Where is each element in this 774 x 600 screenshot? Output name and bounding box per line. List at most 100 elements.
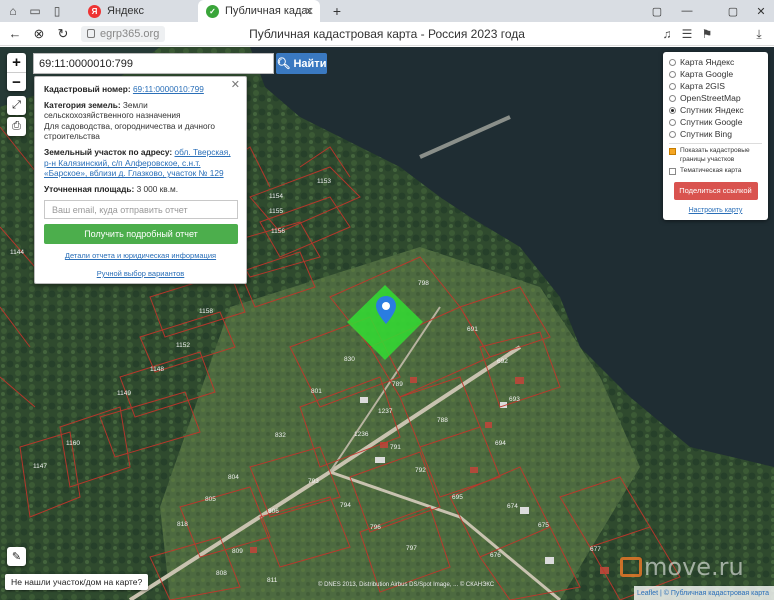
browser-tab-bar: ⌂ ▭ ▯ Я Яндекс ✓ Публичная кадастрова ✕ … [0,0,774,22]
layer-label: Карта Google [680,69,734,79]
url-field[interactable]: egrp365.org [81,25,166,42]
folder-icon[interactable]: ▭ [26,2,44,20]
parcel-label-1152: 1152 [176,342,190,349]
radio-icon [669,70,676,78]
watermark: move.ru [620,553,744,581]
address-label: Земельный участок по адресу: [44,146,173,157]
parcel-label-794: 794 [340,502,351,509]
maximize-icon[interactable]: ▢ [720,0,746,22]
parcel-label-1237: 1237 [378,408,393,415]
url-text: egrp365.org [100,27,160,40]
parcel-label-809: 809 [232,548,243,555]
download-icon[interactable]: ⤓ [748,22,770,46]
parcel-label-1236: 1236 [354,431,369,438]
radio-icon [669,118,676,126]
layer-switcher: Карта Яндекс Карта Google Карта 2GIS Ope… [663,52,768,220]
parcel-label-808: 808 [216,570,227,577]
zoom-in-button[interactable]: + [7,53,26,72]
share-link-button[interactable]: Поделиться ссылкой [673,181,758,200]
print-button[interactable]: ⎙ [7,117,26,136]
parcel-label-798: 798 [418,280,429,287]
ruler-icon: ✎ [11,551,22,563]
protect-icon[interactable]: ⊗ [27,22,51,46]
home-icon[interactable]: ⌂ [4,2,22,20]
thematic-map-toggle[interactable]: Тематическая карта [669,167,762,176]
area-row: Уточненная площадь: 3 000 кв.м. [44,184,237,195]
setup-map-link[interactable]: Настроить карту [669,207,762,214]
search-input[interactable] [33,53,274,74]
cadastral-number-link[interactable]: 69:11:0000010:799 [133,84,204,94]
layer-option[interactable]: OpenStreetMap [669,92,762,104]
show-boundaries-toggle[interactable]: Показать кадастровые границы участков [669,147,762,164]
parcel-label-692: 692 [497,358,508,365]
parcel-label-1153: 1153 [317,178,331,185]
window-close-icon[interactable]: ✕ [748,0,774,22]
layer-option[interactable]: Спутник Google [669,116,762,128]
fullscreen-button[interactable]: ⤢ [7,96,26,115]
radio-icon [669,82,676,90]
search-button-label: Найти [293,57,327,70]
layer-option[interactable]: Карта Google [669,68,762,80]
parcel-label-1144: 1144 [10,249,24,256]
minimize-icon[interactable]: — [674,0,700,22]
parcel-label-1158: 1158 [199,308,213,315]
reload-icon[interactable]: ↻ [51,22,75,46]
layer-option[interactable]: Спутник Bing [669,128,762,140]
close-icon[interactable]: ✕ [231,80,240,91]
radio-icon [669,94,676,102]
parcel-info-popup: ✕ Кадастровый номер: 69:11:0000010:799 К… [34,76,247,284]
search-button[interactable]: 🔍︎ Найти [276,53,327,74]
layer-option[interactable]: Спутник Яндекс [669,104,762,116]
close-tab-icon[interactable]: ✕ [305,5,314,18]
layer-label: OpenStreetMap [680,93,741,103]
parcel-label-675: 675 [538,522,549,529]
checkbox-checked-icon [669,148,676,155]
area-value: 3 000 кв.м. [136,183,179,194]
divider [669,143,762,144]
new-tab-button[interactable]: + [328,2,346,20]
parcel-label-791: 791 [390,444,401,451]
address-bar: ← ⊗ ↻ egrp365.org Публичная кадастровая … [0,22,774,46]
parcel-label-805: 805 [205,496,216,503]
tab-cadastral-map[interactable]: ✓ Публичная кадастрова ✕ [198,0,320,22]
radio-icon [669,58,676,66]
category-label: Категория земель: [44,99,121,110]
layer-option[interactable]: Карта Яндекс [669,56,762,68]
details-link[interactable]: Детали отчета и юридическая информация [65,251,216,260]
parcel-label-811: 811 [267,577,278,584]
address-row: Земельный участок по адресу: обл. Тверск… [44,147,237,179]
parcel-label-1155: 1155 [269,208,283,215]
reader-icon[interactable]: ☰ [676,22,698,46]
toggle-label: Тематическая карта [680,167,742,175]
zoom-control: + − [7,53,26,91]
headphones-icon[interactable]: ♫ [656,22,678,46]
parcel-label-694: 694 [495,440,506,447]
back-icon[interactable]: ← [3,22,27,46]
parcel-label-789: 789 [392,381,403,388]
parcel-label-796: 796 [370,524,381,531]
watermark-text: move.ru [644,553,744,581]
zoom-out-button[interactable]: − [7,72,26,91]
measure-button[interactable]: ✎ [7,547,26,566]
parcel-label-792: 792 [415,467,426,474]
layer-option[interactable]: Карта 2GIS [669,80,762,92]
parcel-label-1148: 1148 [150,366,164,373]
email-field[interactable]: Ваш email, куда отправить отчет [44,200,238,220]
parcel-label-793: 793 [308,478,319,485]
leaflet-attribution[interactable]: Leaflet | © Публичная кадастровая карта [634,586,774,600]
parcel-label-677: 677 [590,546,601,553]
manual-select-link[interactable]: Ручной выбор вариантов [97,269,185,278]
map-marker-icon[interactable] [376,296,396,324]
parcel-label-693: 693 [509,396,520,403]
tab-yandex[interactable]: Я Яндекс [80,0,198,22]
bookmark-icon[interactable]: ⚑ [696,22,718,46]
tabs-icon[interactable]: ▢ [644,0,670,22]
imagery-attribution: © DNES 2013, Distribution Airbus DS/Spot… [318,582,495,588]
expand-icon: ⤢ [12,99,21,111]
print-icon: ⎙ [12,120,21,132]
parcel-label-832: 832 [275,432,286,439]
not-found-button[interactable]: Не нашли участок/дом на карте? [5,574,149,590]
bookmark-bar-icon[interactable]: ▯ [48,2,66,20]
get-report-button[interactable]: Получить подробный отчет [44,224,238,245]
parcel-label-1156: 1156 [271,228,285,235]
